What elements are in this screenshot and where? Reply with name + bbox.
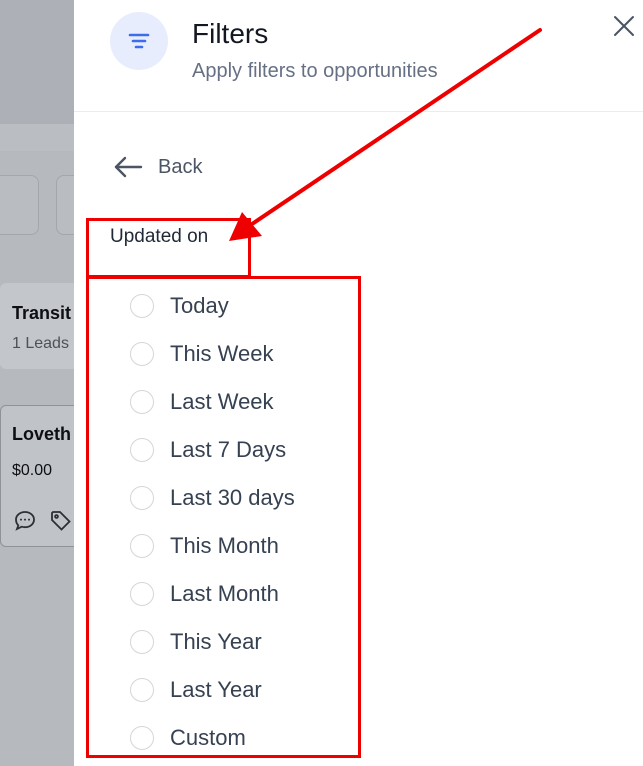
- back-label: Back: [158, 155, 203, 178]
- arrow-left-icon: [114, 156, 143, 178]
- filter-icon: [110, 12, 168, 70]
- tag-icon: [51, 511, 71, 531]
- chat-bubble-icon: [15, 511, 35, 531]
- lead-name: Loveth: [12, 424, 72, 444]
- back-button[interactable]: Back: [112, 150, 202, 184]
- column-title: Transit: [12, 303, 72, 323]
- close-icon: [614, 16, 634, 36]
- panel-subtitle: Apply filters to opportunities: [192, 60, 438, 82]
- panel-header: Filters Apply filters to opportunities: [74, 0, 643, 112]
- lead-value: $0.00: [12, 462, 53, 479]
- close-button[interactable]: [610, 12, 638, 40]
- annotation-box-options: [86, 276, 361, 758]
- panel-title: Filters: [192, 18, 269, 49]
- lead-actions: [13, 509, 73, 533]
- annotation-box-label: [86, 218, 251, 278]
- column-lead-count: 1 Leads: [12, 335, 69, 352]
- board-filter-box: [0, 175, 39, 235]
- filter-lines-glyph: [128, 33, 150, 49]
